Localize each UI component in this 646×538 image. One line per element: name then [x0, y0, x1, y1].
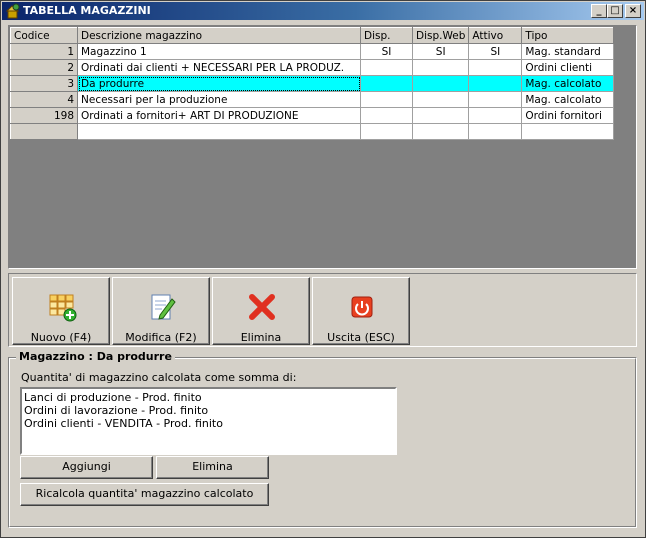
app-icon — [5, 3, 20, 19]
column-header-description[interactable]: Descrizione magazzino — [77, 27, 361, 44]
row-disp[interactable] — [360, 91, 413, 108]
column-header-type[interactable]: Tipo — [521, 27, 615, 44]
row-active[interactable] — [468, 123, 523, 140]
close-button[interactable]: × — [625, 4, 641, 18]
row-active[interactable] — [468, 59, 523, 76]
delete-button[interactable]: Elimina — [212, 277, 310, 345]
warehouse-details-group: Magazzino : Da produrre Quantita' di mag… — [8, 350, 637, 528]
row-code[interactable] — [10, 123, 78, 140]
row-description[interactable]: Necessari per la produzione — [77, 91, 361, 108]
group-title: Magazzino : Da produrre — [16, 350, 175, 363]
list-item[interactable]: Ordini di lavorazione - Prod. finito — [24, 404, 393, 417]
title-bar[interactable]: TABELLA MAGAZZINI _ □ × — [2, 2, 644, 20]
table-row[interactable]: 4 Necessari per la produzione Mag. calco… — [10, 91, 615, 108]
list-item[interactable]: Ordini clienti - VENDITA - Prod. finito — [24, 417, 393, 430]
row-disp[interactable] — [360, 107, 413, 124]
recalculate-button[interactable]: Ricalcola quantita' magazzino calcolato — [20, 483, 269, 506]
new-button[interactable]: Nuovo (F4) — [12, 277, 110, 345]
row-type[interactable]: Ordini clienti — [521, 59, 615, 76]
calc-list-label: Quantita' di magazzino calcolata come so… — [21, 371, 297, 384]
column-header-disp-web[interactable]: Disp.Web — [411, 27, 470, 44]
row-description[interactable]: Magazzino 1 — [77, 43, 361, 60]
main-window: TABELLA MAGAZZINI _ □ × Codice Descrizio… — [0, 0, 646, 538]
row-description[interactable]: Ordinati dai clienti + NECESSARI PER LA … — [77, 59, 361, 76]
row-description[interactable] — [77, 123, 361, 140]
table-row[interactable]: 198 Ordinati a fornitori+ ART DI PRODUZI… — [10, 107, 615, 124]
column-header-code[interactable]: Codice — [10, 27, 78, 44]
row-disp-web[interactable]: SI — [411, 43, 470, 60]
row-disp[interactable] — [360, 59, 413, 76]
row-description[interactable]: Da produrre — [77, 75, 361, 92]
table-row-selected[interactable]: 3 Da produrre Mag. calcolato — [10, 75, 615, 92]
delete-button-label: Elimina — [240, 331, 282, 344]
power-icon — [351, 296, 373, 318]
row-disp[interactable] — [360, 75, 413, 92]
delete-x-icon — [249, 294, 275, 320]
row-code[interactable]: 3 — [10, 75, 78, 92]
row-type[interactable]: Mag. standard — [521, 43, 615, 60]
row-disp[interactable]: SI — [360, 43, 413, 60]
row-disp-web[interactable] — [411, 59, 470, 76]
new-button-label: Nuovo (F4) — [30, 331, 92, 344]
row-active[interactable] — [468, 107, 523, 124]
row-disp[interactable] — [360, 123, 413, 140]
row-type[interactable]: Ordini fornitori — [521, 107, 615, 124]
column-header-disp[interactable]: Disp. — [360, 27, 413, 44]
grid-header-row: Codice Descrizione magazzino Disp. Disp.… — [10, 27, 615, 44]
row-disp-web[interactable] — [411, 107, 470, 124]
new-record-icon — [49, 294, 77, 322]
edit-button[interactable]: Modifica (F2) — [112, 277, 210, 345]
table-row[interactable]: 1 Magazzino 1 SI SI SI Mag. standard — [10, 43, 615, 60]
list-item[interactable]: Lanci di produzione - Prod. finito — [24, 391, 393, 404]
toolbar: Nuovo (F4) Modifica (F2) Elimina Uscita … — [8, 273, 637, 347]
row-active[interactable] — [468, 91, 523, 108]
row-code[interactable]: 198 — [10, 107, 78, 124]
row-disp-web[interactable] — [411, 75, 470, 92]
row-code[interactable]: 4 — [10, 91, 78, 108]
maximize-button[interactable]: □ — [607, 4, 623, 18]
row-active[interactable]: SI — [468, 43, 523, 60]
row-disp-web[interactable] — [411, 123, 470, 140]
row-type[interactable] — [521, 123, 615, 140]
calc-source-listbox[interactable]: Lanci di produzione - Prod. finito Ordin… — [20, 387, 397, 455]
minimize-button[interactable]: _ — [591, 4, 607, 18]
column-header-active[interactable]: Attivo — [468, 27, 523, 44]
add-button[interactable]: Aggiungi — [20, 456, 153, 479]
table-row-empty[interactable] — [10, 123, 615, 140]
warehouse-grid[interactable]: Codice Descrizione magazzino Disp. Disp.… — [8, 25, 637, 269]
row-active[interactable] — [468, 75, 523, 92]
row-description[interactable]: Ordinati a fornitori+ ART DI PRODUZIONE — [77, 107, 361, 124]
edit-button-label: Modifica (F2) — [125, 331, 197, 344]
exit-button-label: Uscita (ESC) — [327, 331, 395, 344]
exit-button[interactable]: Uscita (ESC) — [312, 277, 410, 345]
warehouse-table[interactable]: Codice Descrizione magazzino Disp. Disp.… — [10, 27, 615, 140]
row-type[interactable]: Mag. calcolato — [521, 91, 615, 108]
window-title: TABELLA MAGAZZINI — [23, 4, 151, 17]
remove-button[interactable]: Elimina — [156, 456, 269, 479]
row-code[interactable]: 2 — [10, 59, 78, 76]
edit-icon — [151, 294, 176, 320]
table-row[interactable]: 2 Ordinati dai clienti + NECESSARI PER L… — [10, 59, 615, 76]
row-type[interactable]: Mag. calcolato — [521, 75, 615, 92]
row-code[interactable]: 1 — [10, 43, 78, 60]
row-disp-web[interactable] — [411, 91, 470, 108]
